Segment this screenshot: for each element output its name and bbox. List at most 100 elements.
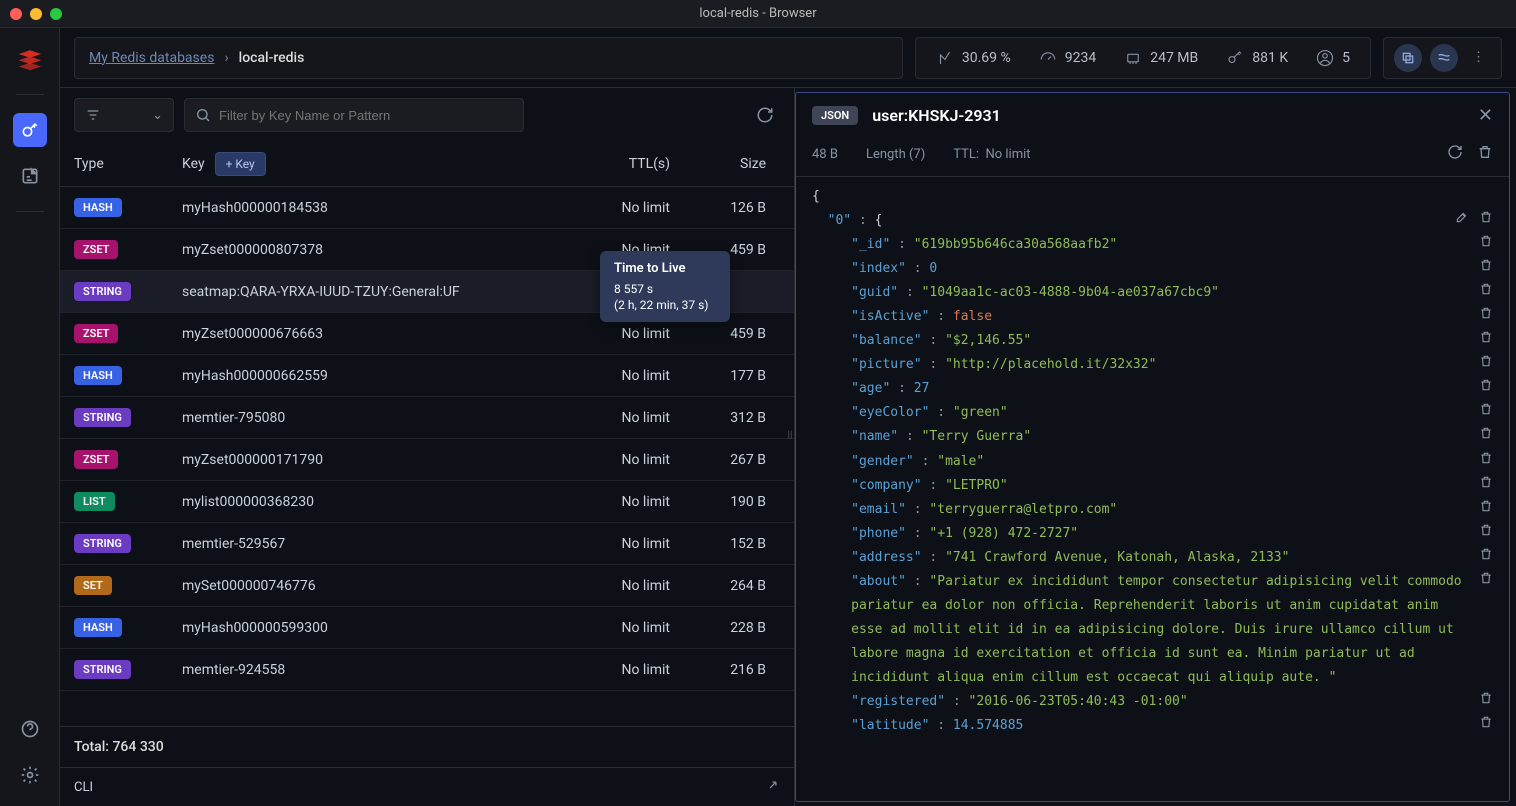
json-line: "phone" : "+1 (928) 472-2727": [812, 522, 1493, 546]
json-line: "guid" : "1049aa1c-ac03-4888-9b04-ae037a…: [812, 281, 1493, 305]
table-row[interactable]: HASH myHash000000184538 No limit 126 B: [60, 187, 794, 229]
trash-icon[interactable]: [1479, 305, 1493, 329]
detail-type-badge: JSON: [812, 106, 858, 125]
detail-key-name: user:KHSKJ-2931: [872, 106, 1001, 125]
trash-icon[interactable]: [1479, 329, 1493, 353]
filter-input[interactable]: [219, 108, 513, 123]
filter-type-select[interactable]: ⌄: [74, 98, 174, 132]
type-badge: ZSET: [74, 240, 118, 259]
trash-icon[interactable]: [1479, 425, 1493, 449]
sidebar-workbench-icon[interactable]: [13, 159, 47, 193]
table-body: HASH myHash000000184538 No limit 126 B Z…: [60, 187, 794, 726]
trash-icon[interactable]: [1479, 233, 1493, 257]
json-line: "name" : "Terry Guerra": [812, 425, 1493, 449]
action-button-1[interactable]: [1394, 44, 1422, 72]
trash-icon[interactable]: [1479, 546, 1493, 570]
table-row[interactable]: SET mySet000000746776 No limit 264 B: [60, 565, 794, 607]
json-line: {: [812, 185, 1493, 209]
json-line: "_id" : "619bb95b646ca30a568aafb2": [812, 233, 1493, 257]
trash-icon[interactable]: [1479, 570, 1493, 690]
window-minimize-button[interactable]: [30, 8, 42, 20]
key-size: 126 B: [670, 200, 780, 216]
key-size: 152 B: [670, 536, 780, 552]
cli-bar[interactable]: CLI: [60, 767, 794, 806]
key-size: 459 B: [670, 326, 780, 342]
table-row[interactable]: STRING memtier-795080 No limit 312 B: [60, 397, 794, 439]
trash-icon[interactable]: [1479, 401, 1493, 425]
sidebar-browser-icon[interactable]: [13, 113, 47, 147]
key-size: 190 B: [670, 494, 780, 510]
trash-icon[interactable]: [1479, 690, 1493, 714]
table-row[interactable]: STRING memtier-924558 No limit 216 B: [60, 649, 794, 691]
breadcrumb-current: local-redis: [239, 50, 305, 66]
resize-handle[interactable]: ||: [786, 430, 794, 441]
key-size: 216 B: [670, 662, 780, 678]
table-row[interactable]: HASH myHash000000662559 No limit 177 B: [60, 355, 794, 397]
close-detail-button[interactable]: ✕: [1478, 105, 1493, 126]
json-line: "gender" : "male": [812, 450, 1493, 474]
table-row[interactable]: HASH myHash000000599300 No limit 228 B: [60, 607, 794, 649]
more-menu-icon[interactable]: ⋮: [1466, 50, 1491, 65]
key-size: 177 B: [670, 368, 780, 384]
sidebar: [0, 28, 60, 806]
redis-logo: [13, 42, 47, 76]
key-name: mylist000000368230: [182, 494, 550, 510]
json-line: "age" : 27: [812, 377, 1493, 401]
type-badge: ZSET: [74, 450, 118, 469]
trash-icon[interactable]: [1479, 257, 1493, 281]
key-name: myZset000000676663: [182, 326, 550, 342]
detail-pane: JSON user:KHSKJ-2931 ✕ 48 B Length (7) T…: [795, 92, 1510, 802]
table-row[interactable]: STRING memtier-529567 No limit 152 B: [60, 523, 794, 565]
json-line: "0" : {: [812, 209, 1493, 233]
detail-refresh-icon[interactable]: [1447, 144, 1463, 164]
filter-input-wrapper[interactable]: [184, 98, 524, 132]
window-maximize-button[interactable]: [50, 8, 62, 20]
header-key: Key + Key: [182, 152, 550, 176]
json-line: "isActive" : false: [812, 305, 1493, 329]
breadcrumb-root-link[interactable]: My Redis databases: [89, 50, 214, 66]
type-badge: LIST: [74, 492, 115, 511]
key-name: myHash000000599300: [182, 620, 550, 636]
add-key-button[interactable]: + Key: [215, 152, 266, 176]
trash-icon[interactable]: [1479, 209, 1493, 233]
key-ttl: No limit: [550, 662, 670, 678]
type-badge: HASH: [74, 198, 122, 217]
window-close-button[interactable]: [10, 8, 22, 20]
cli-label: CLI: [74, 780, 93, 795]
trash-icon[interactable]: [1479, 353, 1493, 377]
key-size: 267 B: [670, 452, 780, 468]
json-line: "latitude" : 14.574885: [812, 714, 1493, 738]
key-size: 228 B: [670, 620, 780, 636]
json-line: "index" : 0: [812, 257, 1493, 281]
trash-icon[interactable]: [1479, 474, 1493, 498]
trash-icon[interactable]: [1479, 714, 1493, 738]
trash-icon[interactable]: [1479, 498, 1493, 522]
trash-icon[interactable]: [1479, 522, 1493, 546]
sidebar-settings-icon[interactable]: [13, 758, 47, 792]
type-badge: STRING: [74, 534, 131, 553]
detail-length: Length (7): [866, 147, 925, 162]
refresh-button[interactable]: [750, 100, 780, 130]
type-badge: STRING: [74, 408, 131, 427]
topbar: My Redis databases › local-redis 30.69 %…: [60, 28, 1516, 88]
table-row[interactable]: ZSET myZset000000171790 No limit 267 B: [60, 439, 794, 481]
expand-icon[interactable]: [766, 778, 780, 796]
detail-size: 48 B: [812, 147, 838, 162]
key-ttl: No limit: [550, 620, 670, 636]
edit-icon[interactable]: [1455, 209, 1469, 233]
type-badge: HASH: [74, 366, 122, 385]
table-row[interactable]: LIST mylist000000368230 No limit 190 B: [60, 481, 794, 523]
trash-icon[interactable]: [1479, 450, 1493, 474]
json-viewer: { "0" : { "_id" : "619bb95b646ca30a568aa…: [796, 177, 1509, 801]
key-size: 312 B: [670, 410, 780, 426]
key-name: myZset000000807378: [182, 242, 550, 258]
json-line: "eyeColor" : "green": [812, 401, 1493, 425]
action-button-2[interactable]: [1430, 44, 1458, 72]
sidebar-help-icon[interactable]: [13, 712, 47, 746]
json-line: "about" : "Pariatur ex incididunt tempor…: [812, 570, 1493, 690]
detail-delete-icon[interactable]: [1477, 144, 1493, 164]
trash-icon[interactable]: [1479, 281, 1493, 305]
trash-icon[interactable]: [1479, 377, 1493, 401]
json-line: "picture" : "http://placehold.it/32x32": [812, 353, 1493, 377]
key-name: memtier-924558: [182, 662, 550, 678]
